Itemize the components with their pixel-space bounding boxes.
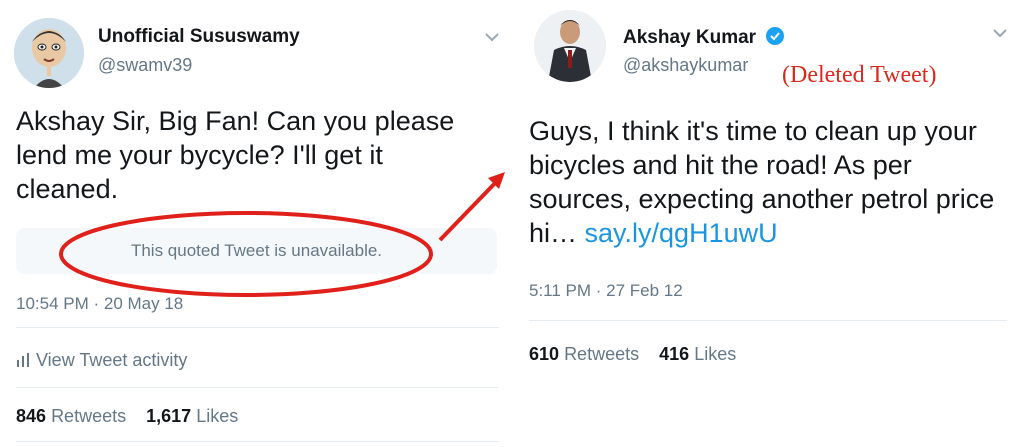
verified-badge-icon bbox=[766, 27, 785, 45]
divider bbox=[16, 327, 499, 328]
tweet-right: Akshay Kumar @akshaykumar (Deleted Tweet… bbox=[513, 0, 1024, 447]
user-handle[interactable]: @akshaykumar bbox=[623, 55, 748, 76]
deleted-tweet-annotation: (Deleted Tweet) bbox=[782, 62, 937, 88]
retweets-label: Retweets bbox=[51, 406, 127, 426]
chevron-down-icon[interactable] bbox=[483, 30, 501, 44]
tweet-text: Guys, I think it's time to clean up your… bbox=[529, 114, 1009, 250]
likes-stat[interactable]: 416 Likes bbox=[659, 344, 736, 364]
likes-label: Likes bbox=[196, 406, 239, 426]
retweets-label: Retweets bbox=[564, 344, 640, 364]
tweet-link[interactable]: say.ly/qgH1uwU bbox=[585, 218, 778, 248]
tweet-text: Akshay Sir, Big Fan! Can you please lend… bbox=[16, 106, 455, 204]
avatar[interactable] bbox=[534, 10, 606, 82]
display-name[interactable]: Akshay Kumar bbox=[623, 26, 785, 49]
bar-chart-icon bbox=[17, 353, 29, 367]
divider bbox=[529, 320, 1007, 321]
divider bbox=[16, 387, 499, 388]
tweet-timestamp[interactable]: 10:54 PM · 20 May 18 bbox=[16, 294, 183, 314]
retweets-count: 610 bbox=[529, 344, 560, 364]
avatar[interactable] bbox=[14, 18, 84, 88]
likes-label: Likes bbox=[694, 344, 737, 364]
chevron-down-icon[interactable] bbox=[991, 26, 1009, 40]
retweets-count: 846 bbox=[16, 406, 47, 426]
tweet-timestamp[interactable]: 5:11 PM · 27 Feb 12 bbox=[529, 281, 683, 301]
display-name[interactable]: Unofficial Sususwamy bbox=[98, 26, 300, 48]
likes-stat[interactable]: 1,617 Likes bbox=[146, 406, 238, 426]
display-name-text: Akshay Kumar bbox=[623, 27, 757, 48]
divider bbox=[16, 441, 499, 442]
tweet-stats: 846 Retweets 1,617 Likes bbox=[16, 406, 238, 427]
retweets-stat[interactable]: 610 Retweets bbox=[529, 344, 639, 364]
caricature-avatar-image bbox=[14, 18, 84, 88]
view-tweet-activity-link[interactable]: View Tweet activity bbox=[16, 350, 187, 371]
retweets-stat[interactable]: 846 Retweets bbox=[16, 406, 126, 426]
tweet-stats: 610 Retweets 416 Likes bbox=[529, 344, 736, 365]
quoted-tweet-box[interactable]: This quoted Tweet is unavailable. bbox=[16, 228, 497, 274]
user-handle[interactable]: @swamv39 bbox=[98, 55, 192, 76]
tweet-left: Unofficial Sususwamy @swamv39 Akshay Sir… bbox=[0, 0, 511, 447]
view-tweet-activity-label: View Tweet activity bbox=[36, 350, 188, 370]
likes-count: 416 bbox=[659, 344, 690, 364]
profile-photo-image bbox=[534, 10, 606, 82]
likes-count: 1,617 bbox=[146, 406, 192, 426]
quoted-tweet-unavailable-text: This quoted Tweet is unavailable. bbox=[130, 241, 383, 260]
